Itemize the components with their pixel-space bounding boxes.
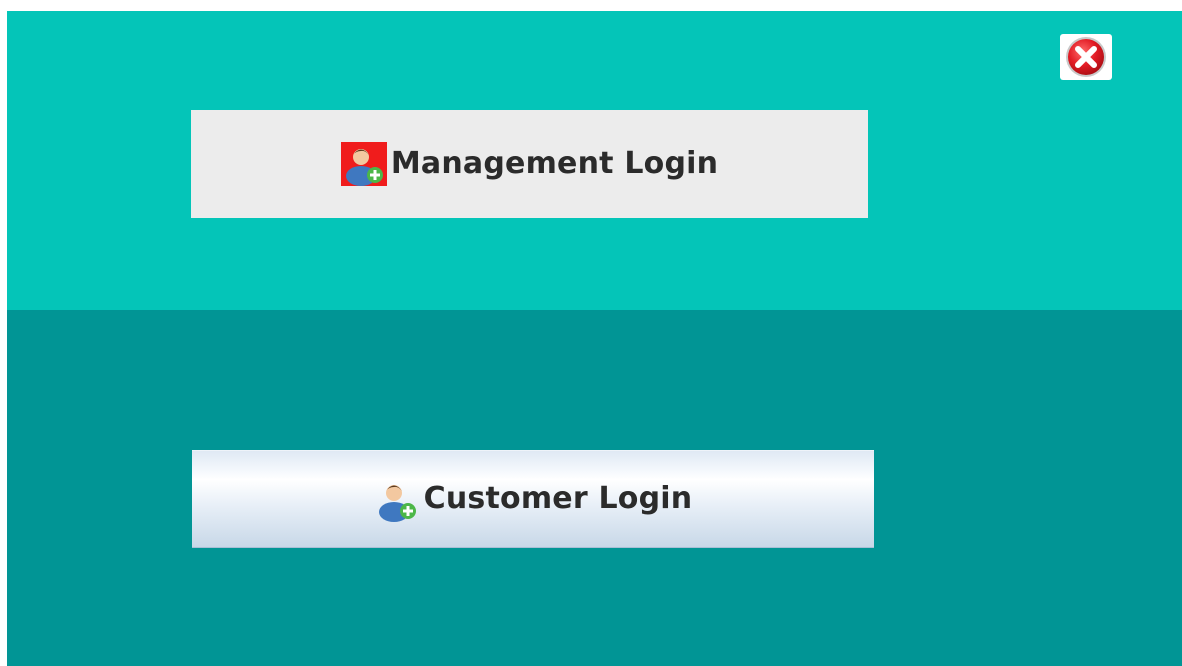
user-add-icon (374, 475, 422, 523)
close-icon (1060, 34, 1112, 80)
management-login-button[interactable]: Management Login (191, 110, 868, 218)
customer-login-label: Customer Login (423, 481, 693, 516)
management-login-label: Management Login (390, 146, 719, 181)
close-button[interactable] (1060, 34, 1112, 80)
customer-login-button[interactable]: Customer Login (192, 450, 874, 548)
user-add-icon (340, 140, 389, 188)
management-panel: Management Login (7, 11, 1182, 310)
login-window: Management Login Customer Login (7, 11, 1182, 666)
